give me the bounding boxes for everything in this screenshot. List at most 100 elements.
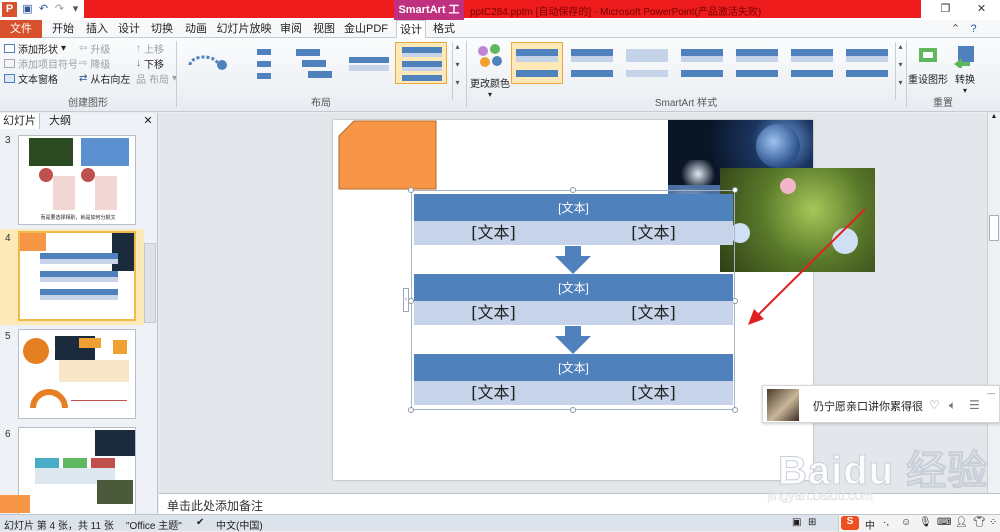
smartart-level1-shape-3[interactable]: [文本] (414, 354, 733, 382)
close-icon[interactable]: ✕ (974, 2, 989, 17)
restore-icon[interactable]: ❐ (938, 2, 953, 17)
tab-home[interactable]: 开始 (47, 20, 79, 38)
tab-kingsoft-pdf[interactable]: 金山PDF (343, 20, 389, 38)
tab-design-main[interactable]: 设计 (114, 20, 144, 38)
help-icon[interactable]: ? (966, 22, 981, 37)
resize-handle[interactable] (732, 187, 738, 193)
layout-option-2[interactable] (236, 42, 288, 84)
layout-option-4[interactable] (342, 42, 394, 84)
orange-snip-rectangle[interactable] (338, 120, 438, 190)
notes-pane[interactable]: 单击此处添加备注 (159, 493, 1000, 515)
tab-review[interactable]: 审阅 (276, 20, 306, 38)
smartart-level2-text-left[interactable]: [文本] (414, 221, 573, 245)
album-cover-image[interactable] (767, 389, 799, 421)
undo-icon[interactable]: ↶ (36, 2, 51, 17)
user-icon[interactable]: 👤︎ (955, 517, 968, 528)
sogou-logo-icon[interactable]: S (841, 516, 859, 530)
right-to-left-button[interactable]: ⇄ 从右向左 (79, 71, 130, 86)
slide-vertical-scrollbar[interactable]: ▲ (987, 113, 1000, 493)
ime-punctuation-icon[interactable]: ·, (883, 517, 889, 528)
convert-button[interactable]: 转换 ▾ (950, 42, 980, 95)
tab-file[interactable]: 文件 (0, 20, 42, 38)
customize-qat-icon[interactable]: ▾ (68, 2, 83, 17)
style-option-4[interactable] (676, 42, 728, 84)
resize-handle[interactable] (570, 187, 576, 193)
style-option-6[interactable] (786, 42, 838, 84)
layout-button[interactable]: 品布局 ▾ (136, 71, 177, 86)
redo-icon[interactable]: ↷ (52, 2, 67, 17)
smartart-level2-text-left[interactable]: [文本] (414, 381, 573, 405)
spellcheck-icon[interactable]: ✔ (196, 517, 204, 528)
tab-outline[interactable]: 大纲 (42, 113, 78, 129)
layout-option-1[interactable] (183, 42, 235, 84)
smartart-level2-text-right[interactable]: [文本] (574, 301, 733, 325)
language[interactable]: 中文(中国) (216, 517, 263, 532)
layout-option-5-selected[interactable] (395, 42, 447, 84)
tab-animations[interactable]: 动画 (180, 20, 212, 38)
resize-handle[interactable] (570, 407, 576, 413)
layout-option-3[interactable] (289, 42, 341, 84)
add-shape-button[interactable]: 添加形状 ▾ (4, 41, 66, 56)
keyboard-icon[interactable]: ⌨ (937, 517, 951, 528)
style-option-2[interactable] (566, 42, 618, 84)
playlist-icon[interactable]: ☰ (969, 398, 980, 412)
normal-view-icon[interactable]: ▣ (792, 517, 801, 528)
down-arrow-2[interactable] (553, 326, 593, 354)
slide-thumbnail-5[interactable] (18, 329, 136, 419)
move-up-button[interactable]: ↑ 上移 (136, 41, 164, 56)
slide-sorter-icon[interactable]: ⊞ (808, 517, 816, 528)
volume-icon[interactable]: 🔈︎ (949, 398, 956, 413)
style-option-1-selected[interactable] (511, 42, 563, 84)
text-pane-button[interactable]: 文本窗格 (4, 71, 58, 86)
add-bullet-icon (4, 59, 15, 68)
heart-icon[interactable]: ♡ (929, 398, 940, 412)
smartart-level2-text-left[interactable]: [文本] (414, 301, 573, 325)
smartart-level2-text-right[interactable]: [文本] (574, 381, 733, 405)
shirt-icon[interactable]: 👕︎ (973, 517, 986, 528)
tab-slides[interactable]: 幻灯片 (0, 113, 40, 129)
tab-view[interactable]: 视图 (309, 20, 339, 38)
style-option-7[interactable] (841, 42, 893, 84)
cloud-shape (678, 160, 718, 188)
smartart-level2-text-right[interactable]: [文本] (574, 221, 733, 245)
add-bullet-button[interactable]: 添加项目符号 (4, 56, 78, 71)
slide-thumbnail-4[interactable] (18, 231, 136, 321)
music-player-popup[interactable]: 仍宁愿亲口讲你累得很 ♡ 🔈︎ ☰ — (762, 385, 1000, 423)
change-colors-icon (478, 44, 502, 67)
slide-pane-scrollbar[interactable] (144, 243, 156, 323)
scroll-thumb[interactable] (989, 215, 999, 241)
save-icon[interactable]: ▣ (20, 2, 35, 17)
text-pane-toggle[interactable]: ‹ (403, 288, 409, 312)
promote-button[interactable]: ⇦ 升级 (79, 41, 110, 56)
microphone-icon[interactable]: 🎙︎ (919, 517, 932, 528)
reset-graphic-button[interactable]: 重设图形 (908, 42, 948, 92)
close-pane-icon[interactable]: ✕ (140, 113, 156, 129)
tab-insert[interactable]: 插入 (82, 20, 112, 38)
tab-transitions[interactable]: 切换 (147, 20, 177, 38)
resize-handle[interactable] (408, 407, 414, 413)
tab-slideshow[interactable]: 幻灯片放映 (216, 20, 272, 38)
smartart-level1-shape-1[interactable]: [文本] (414, 194, 733, 222)
smartart-level1-shape-2[interactable]: [文本] (414, 274, 733, 302)
layout-gallery-scroll[interactable]: ▴ ▾ ▾ (452, 42, 462, 100)
slide-thumbnail-3[interactable]: 而是要选择相别，就是如何分颜文 (18, 135, 136, 225)
style-option-3[interactable] (621, 42, 673, 84)
ime-chinese-icon[interactable]: 中 (865, 517, 875, 532)
demote-button[interactable]: ⇨ 降级 (79, 56, 110, 71)
tab-smartart-format[interactable]: 格式 (428, 20, 460, 38)
thumb-bar (40, 277, 118, 282)
style-option-5[interactable] (731, 42, 783, 84)
resize-handle[interactable] (408, 187, 414, 193)
resize-handle[interactable] (732, 407, 738, 413)
scroll-up-icon[interactable]: ▲ (989, 113, 999, 123)
down-arrow-1[interactable] (553, 246, 593, 274)
change-colors-button[interactable]: 更改颜色 ▾ (470, 42, 510, 100)
slide-thumbnail-6[interactable] (18, 427, 136, 517)
tab-smartart-design[interactable]: 设计 (396, 20, 426, 39)
minimize-popup-icon[interactable]: — (987, 389, 995, 398)
minimize-ribbon-icon[interactable]: ⌃ (948, 22, 963, 37)
move-down-button[interactable]: ↓ 下移 (136, 56, 164, 71)
toolbox-icon[interactable]: ⁘ (989, 517, 997, 528)
emoji-icon[interactable]: ☺ (901, 517, 911, 528)
style-gallery-scroll[interactable]: ▴ ▾ ▾ (895, 42, 905, 100)
